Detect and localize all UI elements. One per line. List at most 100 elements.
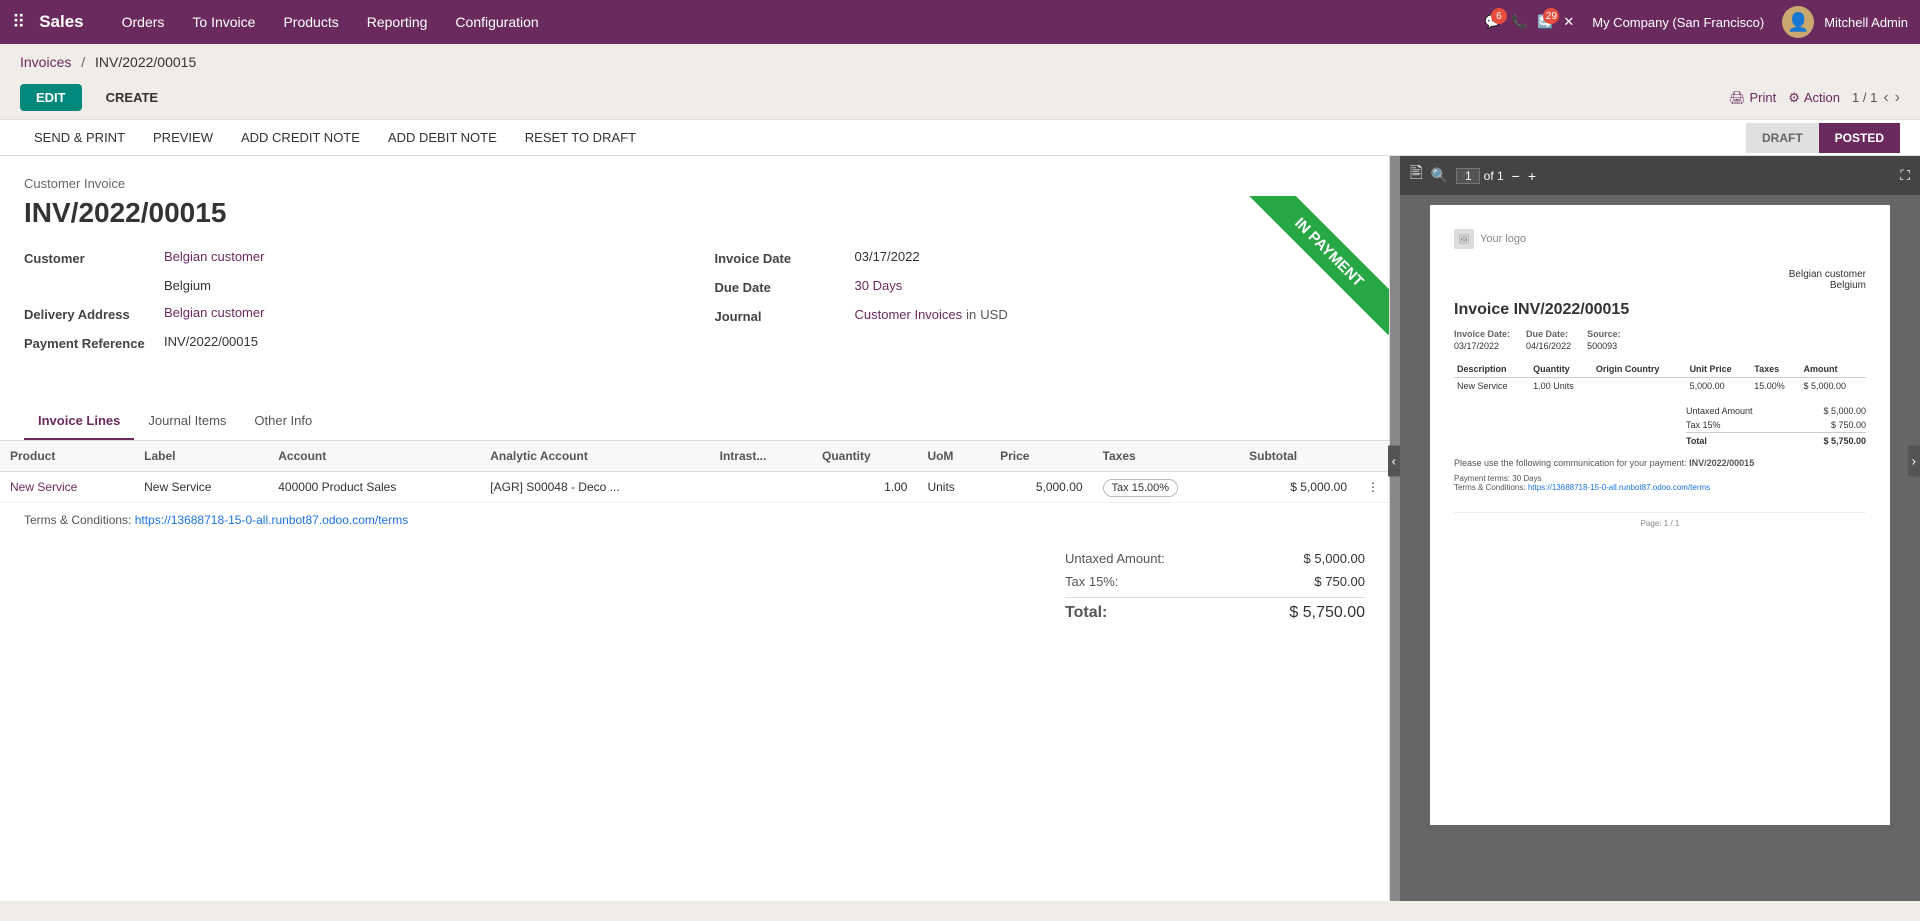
page-indicator: of 1	[1456, 168, 1503, 184]
cell-product: New Service	[0, 472, 134, 503]
page-info: 1 / 1	[1852, 90, 1877, 105]
nav-orders[interactable]: Orders	[108, 0, 179, 44]
main-layout: IN PAYMENT Customer Invoice INV/2022/000…	[0, 156, 1920, 901]
cell-row-action: ⋮	[1357, 472, 1389, 503]
status-group: DRAFT POSTED	[1746, 123, 1900, 153]
pdf-table-row: New Service 1.00 Units 5,000.00 15.00% $…	[1454, 378, 1866, 395]
prev-page-button[interactable]: ‹	[1883, 89, 1888, 107]
col-analytic: Analytic Account	[480, 441, 709, 472]
pdf-meta-row: Invoice Date: 03/17/2022 Due Date: 04/16…	[1454, 329, 1866, 351]
zoom-out-button[interactable]: −	[1512, 168, 1520, 184]
col-account: Account	[268, 441, 480, 472]
grand-total-row: Total: $ 5,750.00	[1065, 597, 1365, 626]
col-quantity: Quantity	[812, 441, 917, 472]
tab-other-info[interactable]: Other Info	[240, 403, 326, 440]
collapse-left-button[interactable]: ‹	[1388, 445, 1400, 476]
pdf-col-unit-price: Unit Price	[1687, 361, 1752, 378]
pdf-logo-icon: 🖼	[1454, 229, 1474, 249]
customer-field-row: Customer Belgian customer	[24, 249, 675, 266]
pdf-untaxed-value: $ 5,000.00	[1823, 406, 1866, 416]
journal-in: in	[966, 307, 976, 322]
nav-reporting[interactable]: Reporting	[353, 0, 442, 44]
edit-button[interactable]: EDIT	[20, 84, 82, 111]
of-label: of 1	[1484, 169, 1504, 183]
pdf-total-value: $ 5,750.00	[1823, 436, 1866, 446]
gear-icon: ⚙	[1788, 90, 1800, 106]
payment-ref-field-row: Payment Reference INV/2022/00015	[24, 334, 675, 351]
breadcrumb: Invoices / INV/2022/00015	[0, 44, 1920, 80]
breadcrumb-parent[interactable]: Invoices	[20, 54, 71, 70]
nav-items: Orders To Invoice Products Reporting Con…	[108, 0, 1485, 44]
tab-journal-items[interactable]: Journal Items	[134, 403, 240, 440]
add-credit-note-button[interactable]: ADD CREDIT NOTE	[227, 120, 374, 155]
pdf-payment-terms-label: Payment terms: 30 Days	[1454, 474, 1866, 483]
action-button[interactable]: ⚙ Action	[1788, 90, 1840, 106]
pdf-logo-text: Your logo	[1480, 233, 1526, 245]
user-name: Mitchell Admin	[1824, 15, 1908, 30]
nav-configuration[interactable]: Configuration	[441, 0, 552, 44]
form-fields: Customer Belgian customer Belgium Delive…	[24, 249, 1365, 363]
pdf-due-date-value: 04/16/2022	[1526, 341, 1571, 351]
grid-icon[interactable]: ⠿	[12, 12, 25, 33]
next-page-button[interactable]: ›	[1895, 89, 1900, 107]
pdf-page: 🖼 Your logo Belgian customer Belgium Inv…	[1430, 205, 1890, 825]
pdf-meta-source: Source: 500093	[1587, 329, 1621, 351]
cell-taxes: Tax 15.00%	[1093, 472, 1240, 503]
pdf-row-desc: New Service	[1454, 378, 1530, 395]
nav-products[interactable]: Products	[269, 0, 352, 44]
preview-toolbar: 🖹 🔍 of 1 − + ⛶	[1400, 156, 1920, 195]
tax-value: $ 750.00	[1314, 574, 1365, 589]
pdf-payment-terms: Please use the following communication f…	[1454, 458, 1866, 468]
page-input[interactable]	[1456, 168, 1480, 184]
table-header-row: Product Label Account Analytic Account I…	[0, 441, 1389, 472]
create-button[interactable]: CREATE	[94, 84, 170, 111]
fullscreen-button[interactable]: ⛶	[1900, 167, 1910, 184]
pdf-total-label: Total	[1686, 436, 1707, 446]
preview-button[interactable]: PREVIEW	[139, 120, 227, 155]
pdf-customer: Belgian customer Belgium	[1454, 269, 1866, 291]
pdf-source-value: 500093	[1587, 341, 1621, 351]
terms-section: Terms & Conditions: https://13688718-15-…	[0, 503, 1389, 537]
address-row: Belgium	[24, 278, 675, 293]
pdf-untaxed-label: Untaxed Amount	[1686, 406, 1753, 416]
pdf-table: Description Quantity Origin Country Unit…	[1454, 361, 1866, 394]
pdf-invoice-date-value: 03/17/2022	[1454, 341, 1510, 351]
close-icon[interactable]: ✕	[1563, 14, 1574, 30]
pdf-footer: Please use the following communication f…	[1454, 458, 1866, 492]
thumbnail-icon[interactable]: 🖹	[1410, 162, 1423, 189]
chat-badge: 6	[1491, 8, 1507, 24]
pdf-row-amount: $ 5,000.00	[1801, 378, 1866, 395]
delivery-value[interactable]: Belgian customer	[164, 305, 264, 320]
due-date-value[interactable]: 30 Days	[855, 278, 903, 293]
zoom-in-button[interactable]: +	[1528, 168, 1536, 184]
print-button[interactable]: 🖨 Print	[1729, 90, 1776, 106]
pdf-totals: Untaxed Amount $ 5,000.00 Tax 15% $ 750.…	[1686, 404, 1866, 448]
status-posted: POSTED	[1819, 123, 1900, 153]
delivery-field-row: Delivery Address Belgian customer	[24, 305, 675, 322]
pdf-table-header: Description Quantity Origin Country Unit…	[1454, 361, 1866, 378]
invoice-date-label: Invoice Date	[715, 249, 855, 266]
cell-price: 5,000.00	[990, 472, 1092, 503]
search-icon[interactable]: 🔍	[1431, 167, 1448, 184]
cell-subtotal: $ 5,000.00	[1239, 472, 1357, 503]
clock-icon[interactable]: 🔄 29	[1537, 14, 1553, 30]
send-print-button[interactable]: SEND & PRINT	[20, 120, 139, 155]
phone-icon[interactable]: 📞	[1511, 14, 1527, 30]
action-bar: EDIT CREATE 🖨 Print ⚙ Action 1 / 1 ‹ ›	[0, 80, 1920, 119]
chat-icon[interactable]: 💬 6	[1485, 14, 1501, 30]
add-debit-note-button[interactable]: ADD DEBIT NOTE	[374, 120, 511, 155]
print-icon: 🖨	[1729, 90, 1746, 106]
col-price: Price	[990, 441, 1092, 472]
grand-total-value: $ 5,750.00	[1289, 604, 1365, 622]
pdf-tax-value: $ 750.00	[1831, 420, 1866, 430]
nav-to-invoice[interactable]: To Invoice	[178, 0, 269, 44]
tab-invoice-lines[interactable]: Invoice Lines	[24, 403, 134, 440]
terms-link[interactable]: https://13688718-15-0-all.runbot87.odoo.…	[135, 513, 409, 527]
collapse-right-button[interactable]: ›	[1908, 445, 1920, 476]
col-subtotal: Subtotal	[1239, 441, 1357, 472]
pdf-untaxed-row: Untaxed Amount $ 5,000.00	[1686, 404, 1866, 418]
reset-to-draft-button[interactable]: RESET TO DRAFT	[511, 120, 650, 155]
journal-value[interactable]: Customer Invoices	[855, 307, 963, 322]
customer-value[interactable]: Belgian customer	[164, 249, 264, 264]
payment-ref-value: INV/2022/00015	[164, 334, 258, 349]
